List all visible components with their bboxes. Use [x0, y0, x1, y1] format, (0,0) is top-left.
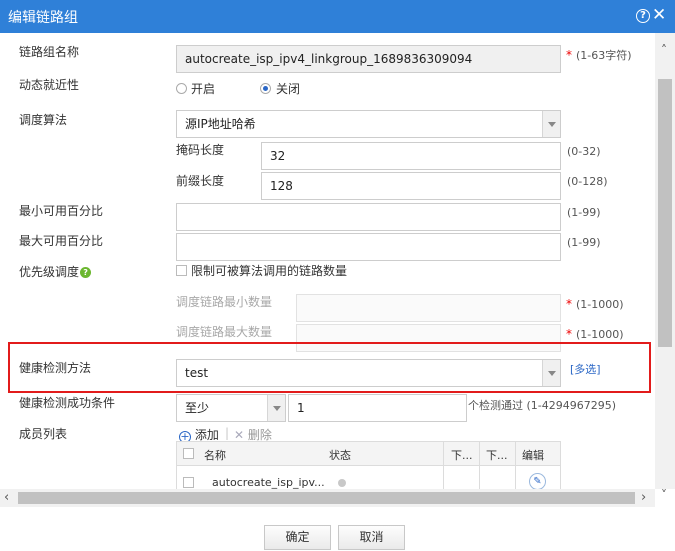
- health-condition-count-input[interactable]: 1: [288, 394, 467, 422]
- max-percent-input[interactable]: [176, 233, 561, 261]
- limit-links-label: 限制可被算法调用的链路数量: [191, 264, 348, 278]
- health-method-label: 健康检测方法: [19, 361, 92, 375]
- nearest-label: 动态就近性: [19, 78, 80, 92]
- column-header-3[interactable]: 下...: [451, 447, 473, 463]
- scroll-up-icon[interactable]: ˄: [661, 44, 667, 56]
- min-percent-input[interactable]: [176, 203, 561, 231]
- row-checkbox[interactable]: [183, 477, 194, 488]
- prefix-input[interactable]: 128: [261, 172, 561, 200]
- multi-select-link[interactable]: [多选]: [570, 361, 601, 377]
- mask-input[interactable]: 32: [261, 142, 561, 170]
- chevron-down-icon: [542, 360, 560, 386]
- nearest-on-label: 开启: [191, 82, 216, 96]
- row-name: autocreate_isp_ipv...: [212, 476, 325, 489]
- column-header-name[interactable]: 名称: [204, 447, 226, 463]
- help-icon[interactable]: ?: [80, 267, 92, 278]
- close-icon[interactable]: ✕: [652, 5, 666, 25]
- min-links-input[interactable]: [296, 294, 561, 322]
- nearest-off-label: 关闭: [276, 82, 301, 96]
- column-header-4[interactable]: 下...: [486, 447, 508, 463]
- dialog-title: 编辑链路组: [8, 10, 78, 26]
- column-header-edit: 编辑: [522, 449, 544, 462]
- limit-links-checkbox[interactable]: [176, 265, 187, 276]
- health-condition-label: 健康检测成功条件: [19, 396, 116, 410]
- help-icon[interactable]: ?: [636, 9, 650, 23]
- max-percent-hint: (1-99): [567, 236, 601, 249]
- name-hint: (1-63字符): [576, 49, 632, 62]
- members-label: 成员列表: [19, 427, 68, 441]
- name-hint-row: * (1-63字符): [566, 47, 632, 63]
- health-method-value: test: [185, 366, 209, 380]
- add-member-label: 添加: [194, 428, 219, 442]
- chevron-down-icon: [267, 395, 285, 421]
- min-links-label: 调度链路最小数量: [176, 295, 273, 309]
- dialog-title-bar: 编辑链路组 ? ✕: [0, 0, 675, 33]
- name-required-mark: *: [566, 48, 572, 62]
- algorithm-value: 源IP地址哈希: [185, 117, 256, 131]
- separator: |: [225, 426, 230, 440]
- priority-label-row: 优先级调度?: [19, 263, 92, 280]
- horizontal-scroll-thumb[interactable]: [18, 492, 635, 504]
- health-condition-mode-select[interactable]: 至少: [176, 394, 286, 422]
- horizontal-scrollbar[interactable]: ‹ ›: [0, 489, 655, 507]
- nearest-off-radio[interactable]: [260, 83, 271, 94]
- max-links-hint-row: * (1-1000): [566, 327, 624, 341]
- chevron-down-icon: [542, 111, 560, 137]
- table-header: 名称 状态 下... 下... 编辑: [177, 442, 560, 466]
- health-condition-hint-row: 个检测通过 (1-4294967295): [468, 397, 616, 413]
- name-input[interactable]: autocreate_isp_ipv4_linkgroup_1689836309…: [176, 45, 561, 73]
- min-percent-hint: (1-99): [567, 206, 601, 219]
- min-links-hint: (1-1000): [576, 298, 624, 311]
- min-links-required-mark: *: [566, 297, 572, 311]
- max-percent-label: 最大可用百分比: [19, 234, 104, 248]
- prefix-label: 前缀长度: [176, 174, 225, 188]
- algorithm-select[interactable]: 源IP地址哈希: [176, 110, 561, 138]
- nearest-on-radio[interactable]: [176, 83, 187, 94]
- health-condition-mode-value: 至少: [185, 401, 210, 415]
- edit-pencil-icon[interactable]: ✎: [529, 473, 546, 489]
- name-label: 链路组名称: [19, 45, 80, 59]
- column-header-status[interactable]: 状态: [329, 447, 351, 463]
- form-content: 链路组名称 autocreate_isp_ipv4_linkgroup_1689…: [0, 33, 655, 489]
- prefix-hint: (0-128): [567, 175, 608, 188]
- select-all-checkbox[interactable]: [183, 448, 194, 459]
- status-dot-icon: [338, 479, 346, 487]
- max-links-required-mark: *: [566, 327, 572, 341]
- min-links-hint-row: * (1-1000): [566, 297, 624, 311]
- vertical-scroll-thumb[interactable]: [658, 79, 672, 347]
- delete-icon: ✕: [234, 428, 245, 442]
- priority-label: 优先级调度: [19, 265, 80, 279]
- scroll-down-icon[interactable]: ˅: [661, 489, 667, 501]
- members-table: 名称 状态 下... 下... 编辑 autocreate_isp_ipv...…: [176, 441, 561, 489]
- delete-member-label: 删除: [247, 428, 272, 442]
- algorithm-label: 调度算法: [19, 113, 68, 127]
- mask-label: 掩码长度: [176, 143, 225, 157]
- vertical-scrollbar[interactable]: ˄ ˅: [655, 33, 675, 501]
- mask-hint: (0-32): [567, 145, 601, 158]
- max-links-hint: (1-1000): [576, 328, 624, 341]
- scroll-left-icon[interactable]: ‹: [4, 490, 9, 505]
- health-method-select[interactable]: test: [176, 359, 561, 387]
- ok-button[interactable]: 确定: [264, 525, 331, 550]
- table-row[interactable]: autocreate_isp_ipv... ✎: [177, 467, 560, 489]
- health-condition-suffix: 个检测通过: [468, 399, 523, 412]
- cancel-button[interactable]: 取消: [338, 525, 405, 550]
- scroll-right-icon[interactable]: ›: [641, 490, 646, 505]
- max-links-label: 调度链路最大数量: [176, 325, 273, 339]
- min-percent-label: 最小可用百分比: [19, 204, 104, 218]
- health-condition-hint: (1-4294967295): [526, 399, 617, 412]
